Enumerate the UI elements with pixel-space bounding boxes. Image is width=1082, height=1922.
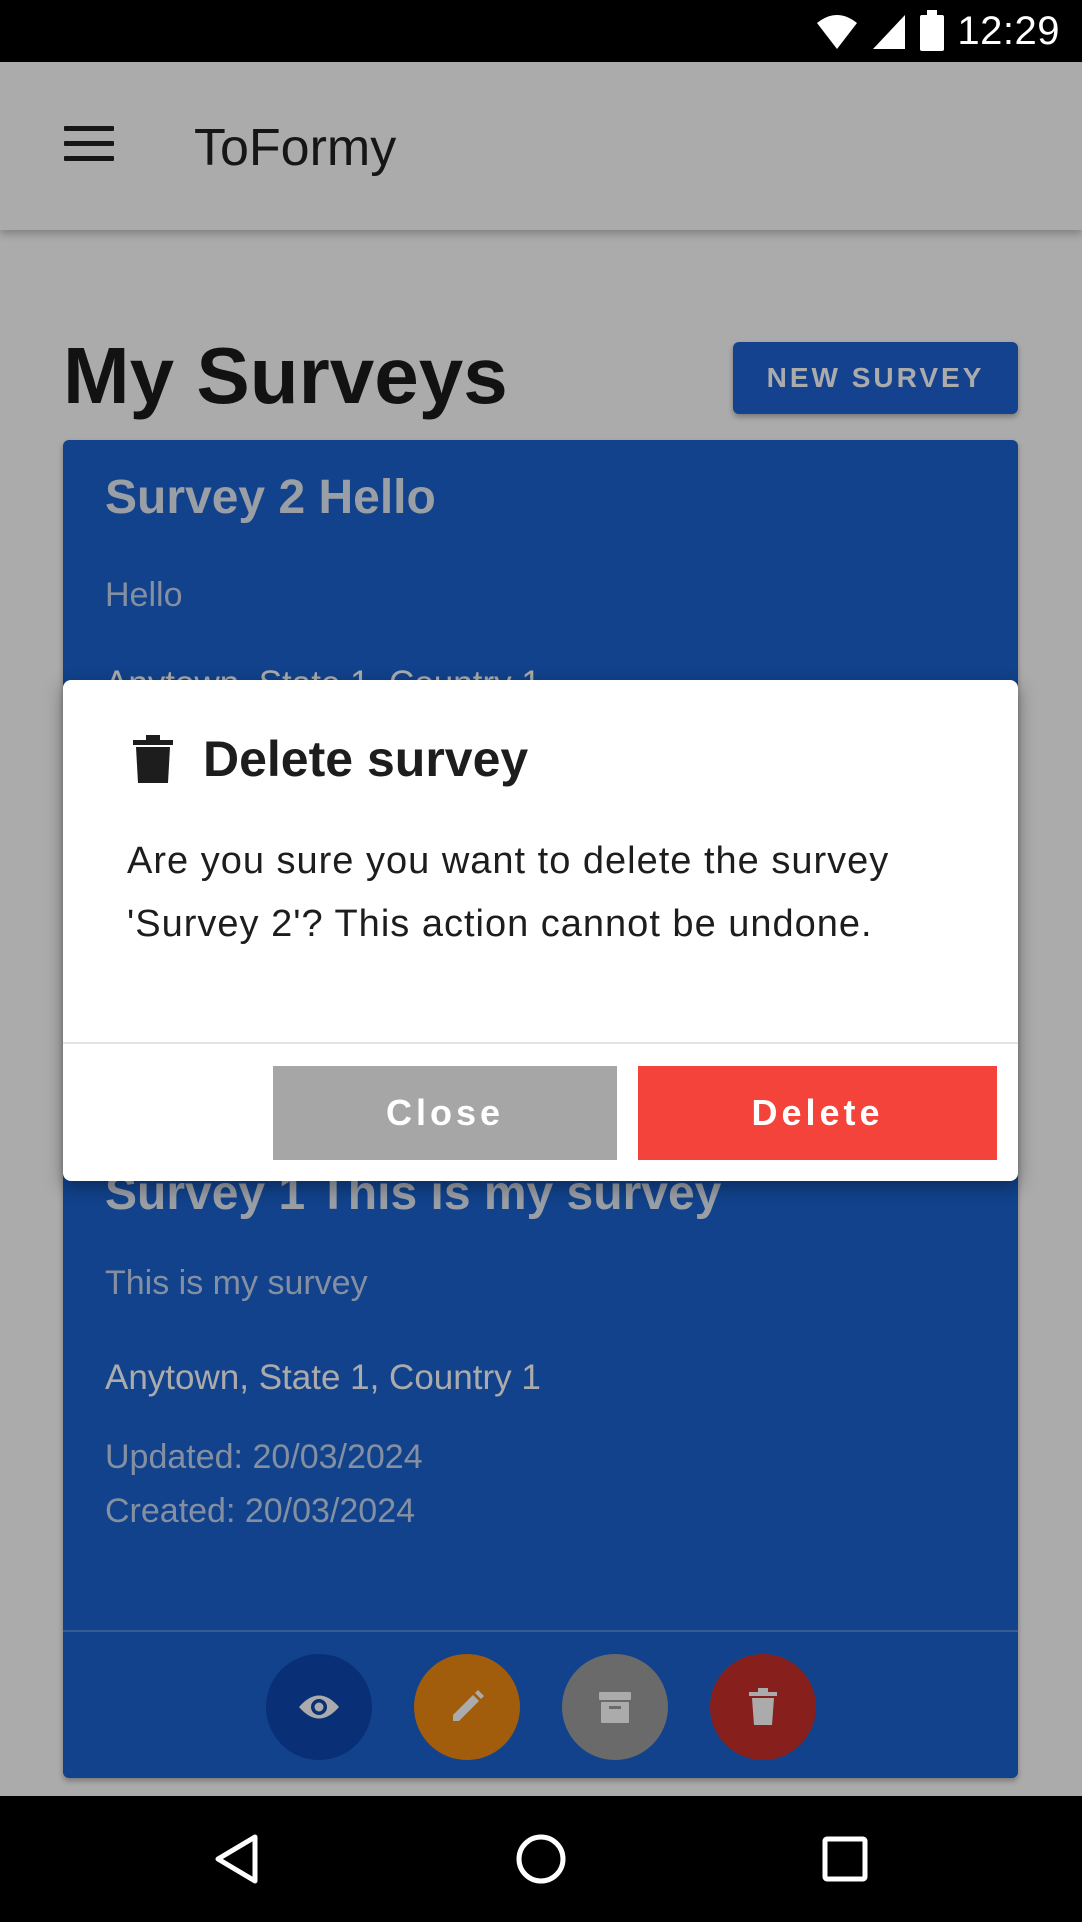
delete-button[interactable]: Delete	[638, 1066, 997, 1160]
signal-icon	[871, 11, 907, 51]
home-icon	[516, 1834, 566, 1884]
delete-survey-dialog: Delete survey Are you sure you want to d…	[63, 680, 1018, 1181]
navigation-bar	[0, 1796, 1082, 1922]
screen: 12:29 ToFormy My Surveys NEW SURVEY Surv…	[0, 0, 1082, 1922]
dialog-header: Delete survey	[133, 730, 528, 788]
status-time: 12:29	[957, 8, 1060, 53]
battery-icon	[919, 10, 945, 52]
back-icon	[215, 1834, 258, 1884]
back-button[interactable]	[177, 1796, 297, 1922]
wifi-icon	[815, 11, 859, 51]
dialog-message: Are you sure you want to delete the surv…	[127, 840, 890, 945]
home-button[interactable]	[481, 1796, 601, 1922]
dialog-divider	[63, 1042, 1018, 1044]
close-button[interactable]: Close	[273, 1066, 617, 1160]
status-bar: 12:29	[0, 0, 1082, 62]
recents-button[interactable]	[785, 1796, 905, 1922]
recents-icon	[822, 1836, 868, 1882]
dialog-title: Delete survey	[203, 731, 529, 787]
trash-icon	[133, 735, 173, 783]
status-icons: 12:29	[815, 0, 1060, 62]
